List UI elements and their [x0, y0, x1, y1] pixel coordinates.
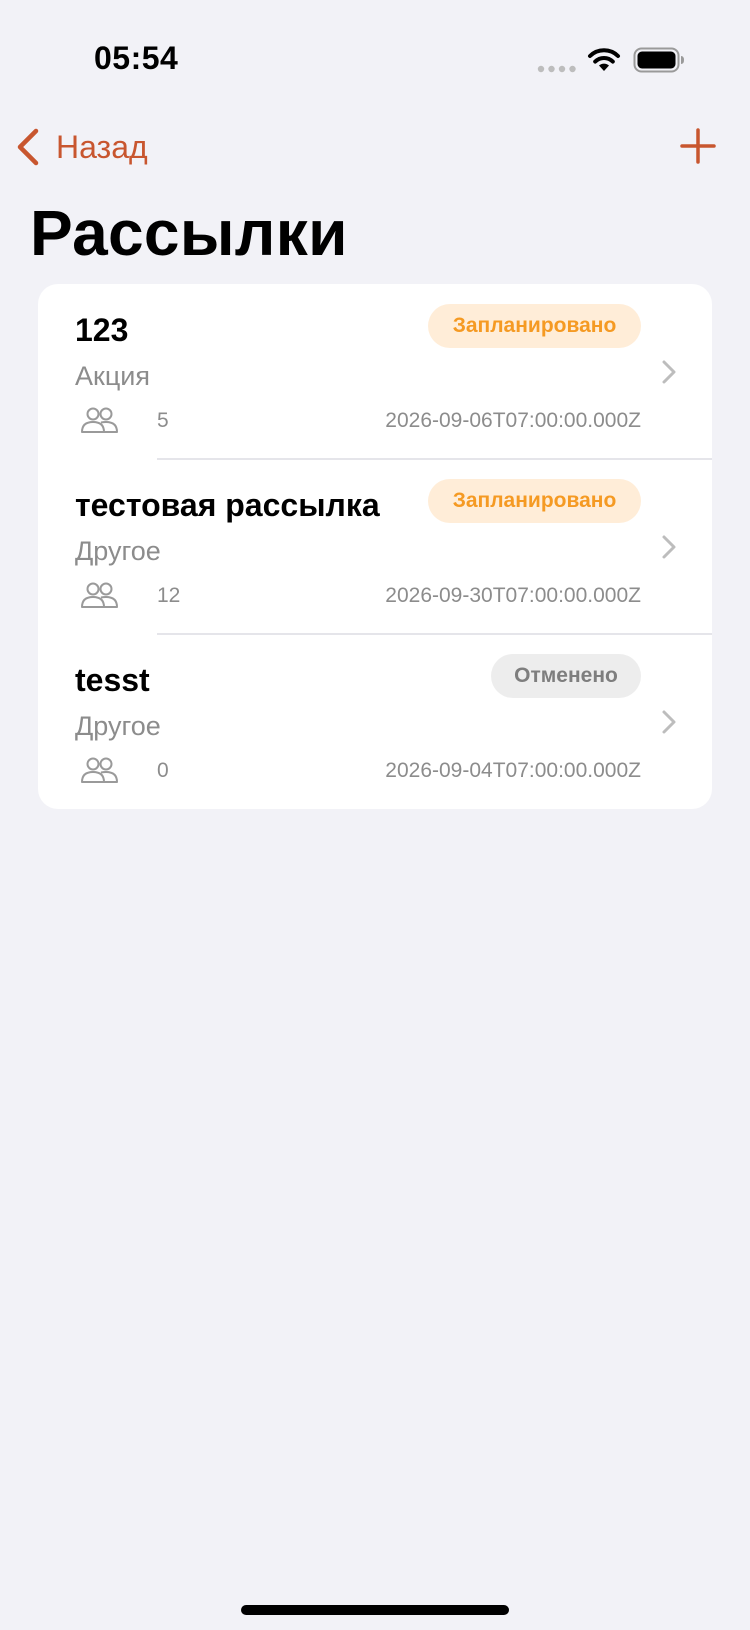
- battery-icon: [633, 47, 684, 73]
- status-badge: Запланировано: [428, 479, 641, 523]
- chevron-right-icon: [662, 535, 676, 559]
- people-icon: [81, 582, 118, 608]
- home-indicator: [241, 1605, 509, 1615]
- page-title: Рассылки: [30, 197, 348, 269]
- scheduled-date: 2026-09-04T07:00:00.000Z: [385, 759, 641, 782]
- status-badge: Отменено: [491, 654, 641, 698]
- scheduled-date: 2026-09-30T07:00:00.000Z: [385, 584, 641, 607]
- back-button[interactable]: Назад: [14, 124, 148, 170]
- mailings-list: 123 Запланировано Акция 5 2026-09-06T07:…: [38, 284, 712, 809]
- mailing-category: Другое: [75, 711, 161, 741]
- recipients-count: 5: [157, 409, 169, 432]
- people-icon: [81, 407, 118, 433]
- chevron-right-icon: [662, 360, 676, 384]
- chevron-right-icon: [662, 710, 676, 734]
- screen: 05:54 Назад Рассылки 123 Запланировано А…: [0, 0, 750, 1630]
- back-label: Назад: [56, 128, 148, 165]
- wifi-icon: [588, 48, 620, 71]
- mailing-list-item[interactable]: tesst Отменено Другое 0 2026-09-04T07:00…: [38, 634, 712, 809]
- mailing-category: Акция: [75, 361, 150, 391]
- recipients-count: 12: [157, 584, 181, 607]
- cellular-signal-icon: [537, 65, 576, 73]
- mailing-list-item[interactable]: 123 Запланировано Акция 5 2026-09-06T07:…: [38, 284, 712, 459]
- add-button[interactable]: [678, 126, 718, 166]
- recipients-count: 0: [157, 759, 169, 782]
- mailing-title: tesst: [75, 662, 150, 698]
- scheduled-date: 2026-09-06T07:00:00.000Z: [385, 409, 641, 432]
- status-badge: Запланировано: [428, 304, 641, 348]
- mailing-category: Другое: [75, 536, 161, 566]
- status-time: 05:54: [94, 40, 179, 76]
- chevron-left-icon: [17, 128, 39, 166]
- people-icon: [81, 757, 118, 783]
- mailing-title: 123: [75, 312, 129, 348]
- mailing-list-item[interactable]: тестовая рассылка Запланировано Другое 1…: [38, 459, 712, 634]
- mailing-title: тестовая рассылка: [75, 487, 380, 523]
